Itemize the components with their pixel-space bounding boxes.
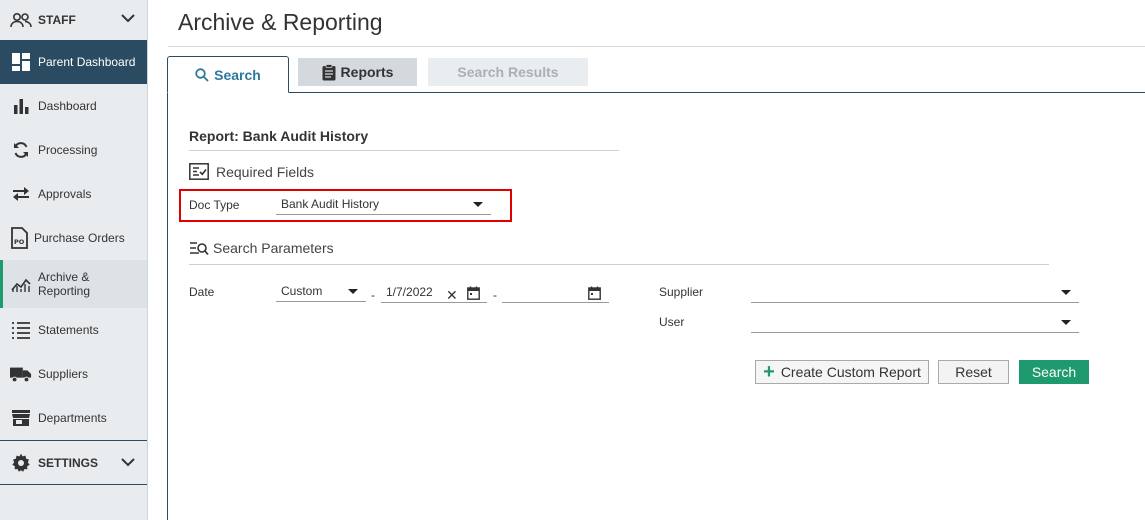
tab-search-results[interactable]: Search Results: [428, 58, 588, 86]
sidebar-item-approvals[interactable]: Approvals: [0, 172, 147, 216]
reset-button[interactable]: Reset: [938, 360, 1009, 384]
button-label: Reset: [955, 364, 992, 380]
sidebar-item-parent-dashboard[interactable]: Parent Dashboard: [0, 40, 147, 84]
doc-type-select[interactable]: Bank Audit History: [276, 195, 491, 215]
date-range-value: Custom: [281, 284, 323, 298]
sidebar-item-label: Purchase Orders: [34, 231, 125, 245]
search-panel: Report: Bank Audit History Required Fiel…: [167, 92, 1145, 520]
sidebar-item-suppliers[interactable]: Suppliers: [0, 352, 147, 396]
report-divider: [189, 150, 619, 151]
dashboard-grid-icon: [10, 51, 32, 73]
sidebar-item-label: Dashboard: [38, 99, 97, 113]
svg-text:PO: PO: [14, 238, 25, 246]
user-label: User: [659, 315, 685, 329]
truck-icon: [10, 363, 32, 385]
clipboard-icon: [322, 63, 336, 81]
doc-type-label: Doc Type: [189, 198, 240, 212]
sidebar-section-settings[interactable]: SETTINGS: [0, 441, 147, 485]
po-document-icon: PO: [8, 227, 30, 249]
tab-label: Search Results: [457, 64, 559, 80]
sidebar-section-staff[interactable]: STAFF: [0, 0, 147, 40]
main-content: Archive & Reporting Search Reports Searc…: [148, 0, 1145, 520]
sidebar-item-processing[interactable]: Processing: [0, 128, 147, 172]
doc-type-value: Bank Audit History: [281, 197, 380, 211]
sidebar-item-label: Suppliers: [38, 367, 89, 381]
sidebar-item-dashboard[interactable]: Dashboard: [0, 84, 147, 128]
search-parameters-label: Search Parameters: [213, 240, 334, 256]
swap-arrows-icon: [10, 183, 32, 205]
supplier-label: Supplier: [659, 285, 704, 299]
user-select[interactable]: [751, 313, 1079, 333]
sidebar-item-label: Statements: [38, 323, 99, 337]
sidebar-section-label: STAFF: [38, 13, 76, 27]
chevron-down-icon: [121, 12, 135, 26]
search-button[interactable]: Search: [1019, 360, 1089, 384]
title-divider: [168, 46, 1145, 47]
sidebar-item-label-line1: Archive &: [38, 270, 90, 284]
sidebar-item-label: Approvals: [38, 187, 92, 201]
list-icon: [10, 319, 32, 341]
search-parameters-heading: Search Parameters: [189, 240, 334, 256]
button-label: Create Custom Report: [780, 364, 921, 380]
checklist-icon: [189, 163, 209, 180]
chevron-down-icon: [121, 456, 135, 470]
caret-down-icon: [1061, 320, 1071, 325]
page-title: Archive & Reporting: [178, 9, 383, 35]
sidebar-section-label: SETTINGS: [38, 455, 99, 470]
sidebar: STAFF Parent Dashboard Dashboard Process…: [0, 0, 148, 520]
date-from-value: 1/7/2022: [386, 285, 433, 299]
tab-bar: Search Reports Search Results: [167, 56, 1145, 93]
clear-icon[interactable]: ✕: [446, 288, 458, 302]
calendar-icon[interactable]: [467, 286, 480, 300]
sidebar-item-archive-reporting[interactable]: Archive & Reporting: [0, 260, 147, 308]
sidebar-item-purchase-orders[interactable]: PO Purchase Orders: [0, 216, 147, 260]
required-fields-heading: Required Fields: [189, 163, 314, 180]
supplier-select[interactable]: [751, 283, 1079, 303]
date-label: Date: [189, 285, 215, 299]
sidebar-item-label: Processing: [38, 143, 98, 157]
tab-search[interactable]: Search: [167, 56, 289, 93]
sidebar-item-label: Archive & Reporting: [38, 270, 90, 298]
store-icon: [10, 407, 32, 429]
date-separator: -: [493, 288, 497, 302]
report-title: Report: Bank Audit History: [189, 128, 369, 144]
sidebar-item-label-line2: Reporting: [38, 284, 91, 298]
filter-list-search-icon: [189, 241, 209, 256]
tab-label: Search: [214, 66, 261, 83]
date-range-select[interactable]: Custom: [276, 282, 366, 302]
caret-down-icon: [1061, 290, 1071, 295]
doc-type-highlight: Doc Type Bank Audit History: [179, 189, 512, 222]
sidebar-item-label: Departments: [38, 411, 107, 425]
plus-icon: +: [763, 361, 775, 383]
bar-chart-icon: [10, 95, 32, 117]
date-separator: -: [371, 288, 375, 302]
parameters-divider: [189, 264, 1049, 265]
required-fields-label: Required Fields: [216, 163, 315, 180]
tab-label: Reports: [340, 64, 394, 80]
caret-down-icon: [348, 289, 358, 294]
gear-icon: [10, 452, 32, 474]
tab-reports[interactable]: Reports: [298, 58, 417, 86]
refresh-icon: [10, 139, 32, 161]
sidebar-item-label: Parent Dashboard: [38, 55, 136, 69]
line-chart-icon: [10, 273, 32, 295]
sidebar-item-departments[interactable]: Departments: [0, 396, 147, 440]
button-label: Search: [1031, 364, 1077, 380]
calendar-icon[interactable]: [588, 286, 601, 300]
caret-down-icon: [473, 202, 483, 207]
users-icon: [10, 9, 32, 31]
sidebar-item-statements[interactable]: Statements: [0, 308, 147, 352]
create-custom-report-button[interactable]: + Create Custom Report: [755, 360, 929, 384]
search-icon: [195, 67, 209, 82]
